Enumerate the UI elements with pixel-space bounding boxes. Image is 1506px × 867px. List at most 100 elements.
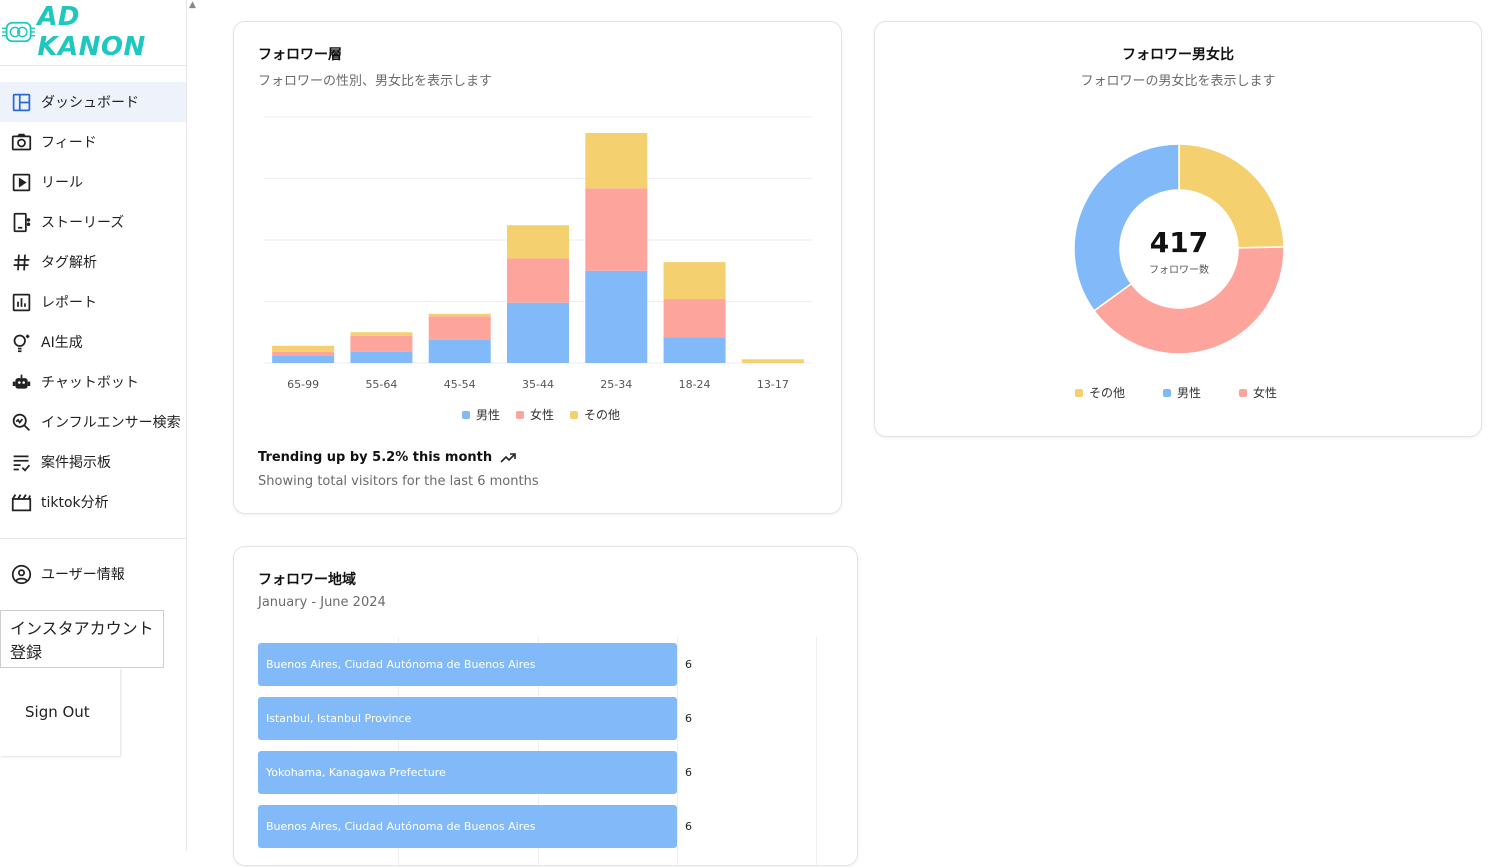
bar-segment-女性[interactable]: [507, 258, 569, 303]
sidebar-item-dashboard[interactable]: ダッシュボード: [0, 82, 186, 122]
region-value: 6: [685, 712, 692, 725]
card-subtitle: フォロワーの性別、男女比を表示します: [258, 74, 493, 89]
sidebar-item-feed[interactable]: フィード: [0, 122, 186, 162]
region-bar[interactable]: Yokohama, Kanagawa Prefecture: [258, 751, 677, 794]
trend-subtext: Showing total visitors for the last 6 mo…: [258, 474, 539, 489]
legend-item-female[interactable]: 女性: [516, 406, 554, 423]
legend-item-male[interactable]: 男性: [1163, 384, 1201, 401]
sidebar-divider: [0, 538, 186, 539]
user-circle-icon: [10, 563, 32, 585]
hashtag-icon: [10, 251, 32, 273]
bar-segment-その他[interactable]: [663, 262, 726, 300]
trending-up-icon: [500, 452, 516, 463]
scroll-up-arrow-icon[interactable]: ▲: [189, 0, 199, 10]
play-icon: [10, 171, 32, 193]
x-tick-label: 13-17: [757, 378, 789, 391]
follower-region-card: フォロワー地域 January - June 2024 Buenos Aires…: [233, 546, 858, 867]
sidebar-item-board[interactable]: 案件掲示板: [0, 442, 186, 482]
sidebar-item-label: AI生成: [41, 335, 83, 351]
insta-account-register-button[interactable]: インスタアカウント登録: [0, 610, 164, 668]
sidebar-item-tags[interactable]: タグ解析: [0, 242, 186, 282]
sidebar-item-label: ストーリーズ: [41, 215, 125, 231]
brand-logo[interactable]: AD KANON: [2, 2, 186, 62]
sidebar-item-label: レポート: [41, 295, 97, 311]
donut-center: 417 フォロワー数: [1129, 226, 1229, 276]
sign-out-button[interactable]: Sign Out: [0, 668, 120, 756]
bar-segment-男性[interactable]: [350, 351, 413, 363]
region-bar[interactable]: Buenos Aires, Ciudad Autónoma de Buenos …: [258, 805, 677, 848]
sidebar-item-report[interactable]: レポート: [0, 282, 186, 322]
region-bar[interactable]: Buenos Aires, Ciudad Autónoma de Buenos …: [258, 643, 677, 686]
trend-text: Trending up by 5.2% this month: [258, 450, 493, 465]
sidebar: AD KANON ダッシュボード フィード リール ストーリーズ タグ解析 レポ…: [0, 0, 187, 851]
card-title: フォロワー男女比: [1122, 47, 1234, 63]
brand-name: AD KANON: [37, 2, 146, 62]
card-title: フォロワー層: [258, 47, 342, 63]
search-chart-icon: [10, 411, 32, 433]
x-tick-label: 18-24: [679, 378, 711, 391]
bar-segment-女性[interactable]: [350, 335, 413, 352]
sidebar-item-user-info[interactable]: ユーザー情報: [0, 554, 186, 594]
dashboard-icon: [10, 91, 32, 113]
bar-segment-女性[interactable]: [663, 299, 726, 338]
sidebar-item-label: ダッシュボード: [41, 95, 139, 111]
report-icon: [10, 291, 32, 313]
sidebar-divider: [0, 65, 186, 66]
sidebar-item-reels[interactable]: リール: [0, 162, 186, 202]
follower-total-label: フォロワー数: [1149, 265, 1209, 276]
age-chart-legend: 男性 女性 その他: [462, 406, 620, 423]
bar-segment-女性[interactable]: [272, 351, 335, 356]
bar-segment-男性[interactable]: [428, 339, 491, 363]
region-bar[interactable]: Istanbul, Istanbul Province: [258, 697, 677, 740]
robot-icon: [10, 371, 32, 393]
age-bar-chart: 65-99 55-64 45-54 35-44 25-34 18-24 13-17: [264, 116, 812, 391]
bar-segment-その他[interactable]: [585, 132, 648, 189]
logo-icon: [2, 21, 36, 43]
bar-segment-男性[interactable]: [272, 355, 335, 363]
gender-chart-legend: その他 男性 女性: [1075, 384, 1277, 401]
sidebar-item-influencer-search[interactable]: インフルエンサー検索: [0, 402, 186, 442]
legend-item-other[interactable]: その他: [1075, 384, 1125, 401]
region-value: 6: [685, 820, 692, 833]
sidebar-item-ai[interactable]: AI生成: [0, 322, 186, 362]
region-value: 6: [685, 658, 692, 671]
legend-item-male[interactable]: 男性: [462, 406, 500, 423]
x-tick-label: 65-99: [287, 378, 319, 391]
list-check-icon: [10, 451, 32, 473]
sidebar-item-chatbot[interactable]: チャットボット: [0, 362, 186, 402]
region-value: 6: [685, 766, 692, 779]
legend-item-female[interactable]: 女性: [1239, 384, 1277, 401]
follower-gender-card: フォロワー男女比 フォロワーの男女比を表示します 417 フォロワー数 その他 …: [874, 21, 1482, 437]
x-tick-label: 25-34: [600, 378, 632, 391]
bar-segment-女性[interactable]: [585, 188, 648, 271]
bar-segment-男性[interactable]: [507, 302, 569, 363]
trend-summary: Trending up by 5.2% this month: [258, 450, 516, 465]
sidebar-item-label: インフルエンサー検索: [41, 415, 181, 431]
lightbulb-icon: [10, 331, 32, 353]
sidebar-item-stories[interactable]: ストーリーズ: [0, 202, 186, 242]
x-tick-label: 55-64: [365, 378, 397, 391]
bar-segment-その他[interactable]: [507, 225, 569, 259]
bar-segment-その他[interactable]: [350, 332, 413, 336]
bar-segment-その他[interactable]: [272, 345, 335, 352]
follower-total: 417: [1149, 226, 1209, 259]
bar-segment-女性[interactable]: [428, 316, 491, 340]
x-tick-label: 45-54: [444, 378, 476, 391]
bar-segment-その他[interactable]: [741, 359, 804, 363]
stories-icon: [10, 211, 32, 233]
sidebar-item-tiktok[interactable]: tiktok分析: [0, 482, 186, 522]
legend-item-other[interactable]: その他: [570, 406, 620, 423]
card-title: フォロワー地域: [258, 572, 356, 588]
bar-segment-男性[interactable]: [585, 270, 648, 363]
sidebar-item-label: チャットボット: [41, 375, 139, 391]
card-subtitle: January - June 2024: [258, 595, 386, 610]
sidebar-item-label: フィード: [41, 135, 97, 151]
clapper-icon: [10, 491, 32, 513]
sidebar-item-label: 案件掲示板: [41, 455, 111, 471]
sidebar-item-label: ユーザー情報: [41, 567, 125, 583]
sidebar-item-label: リール: [41, 175, 83, 191]
card-subtitle: フォロワーの男女比を表示します: [1080, 74, 1276, 89]
bar-segment-その他[interactable]: [428, 313, 491, 317]
sidebar-nav: ダッシュボード フィード リール ストーリーズ タグ解析 レポート AI生成 チ…: [0, 82, 186, 522]
bar-segment-男性[interactable]: [663, 337, 726, 363]
